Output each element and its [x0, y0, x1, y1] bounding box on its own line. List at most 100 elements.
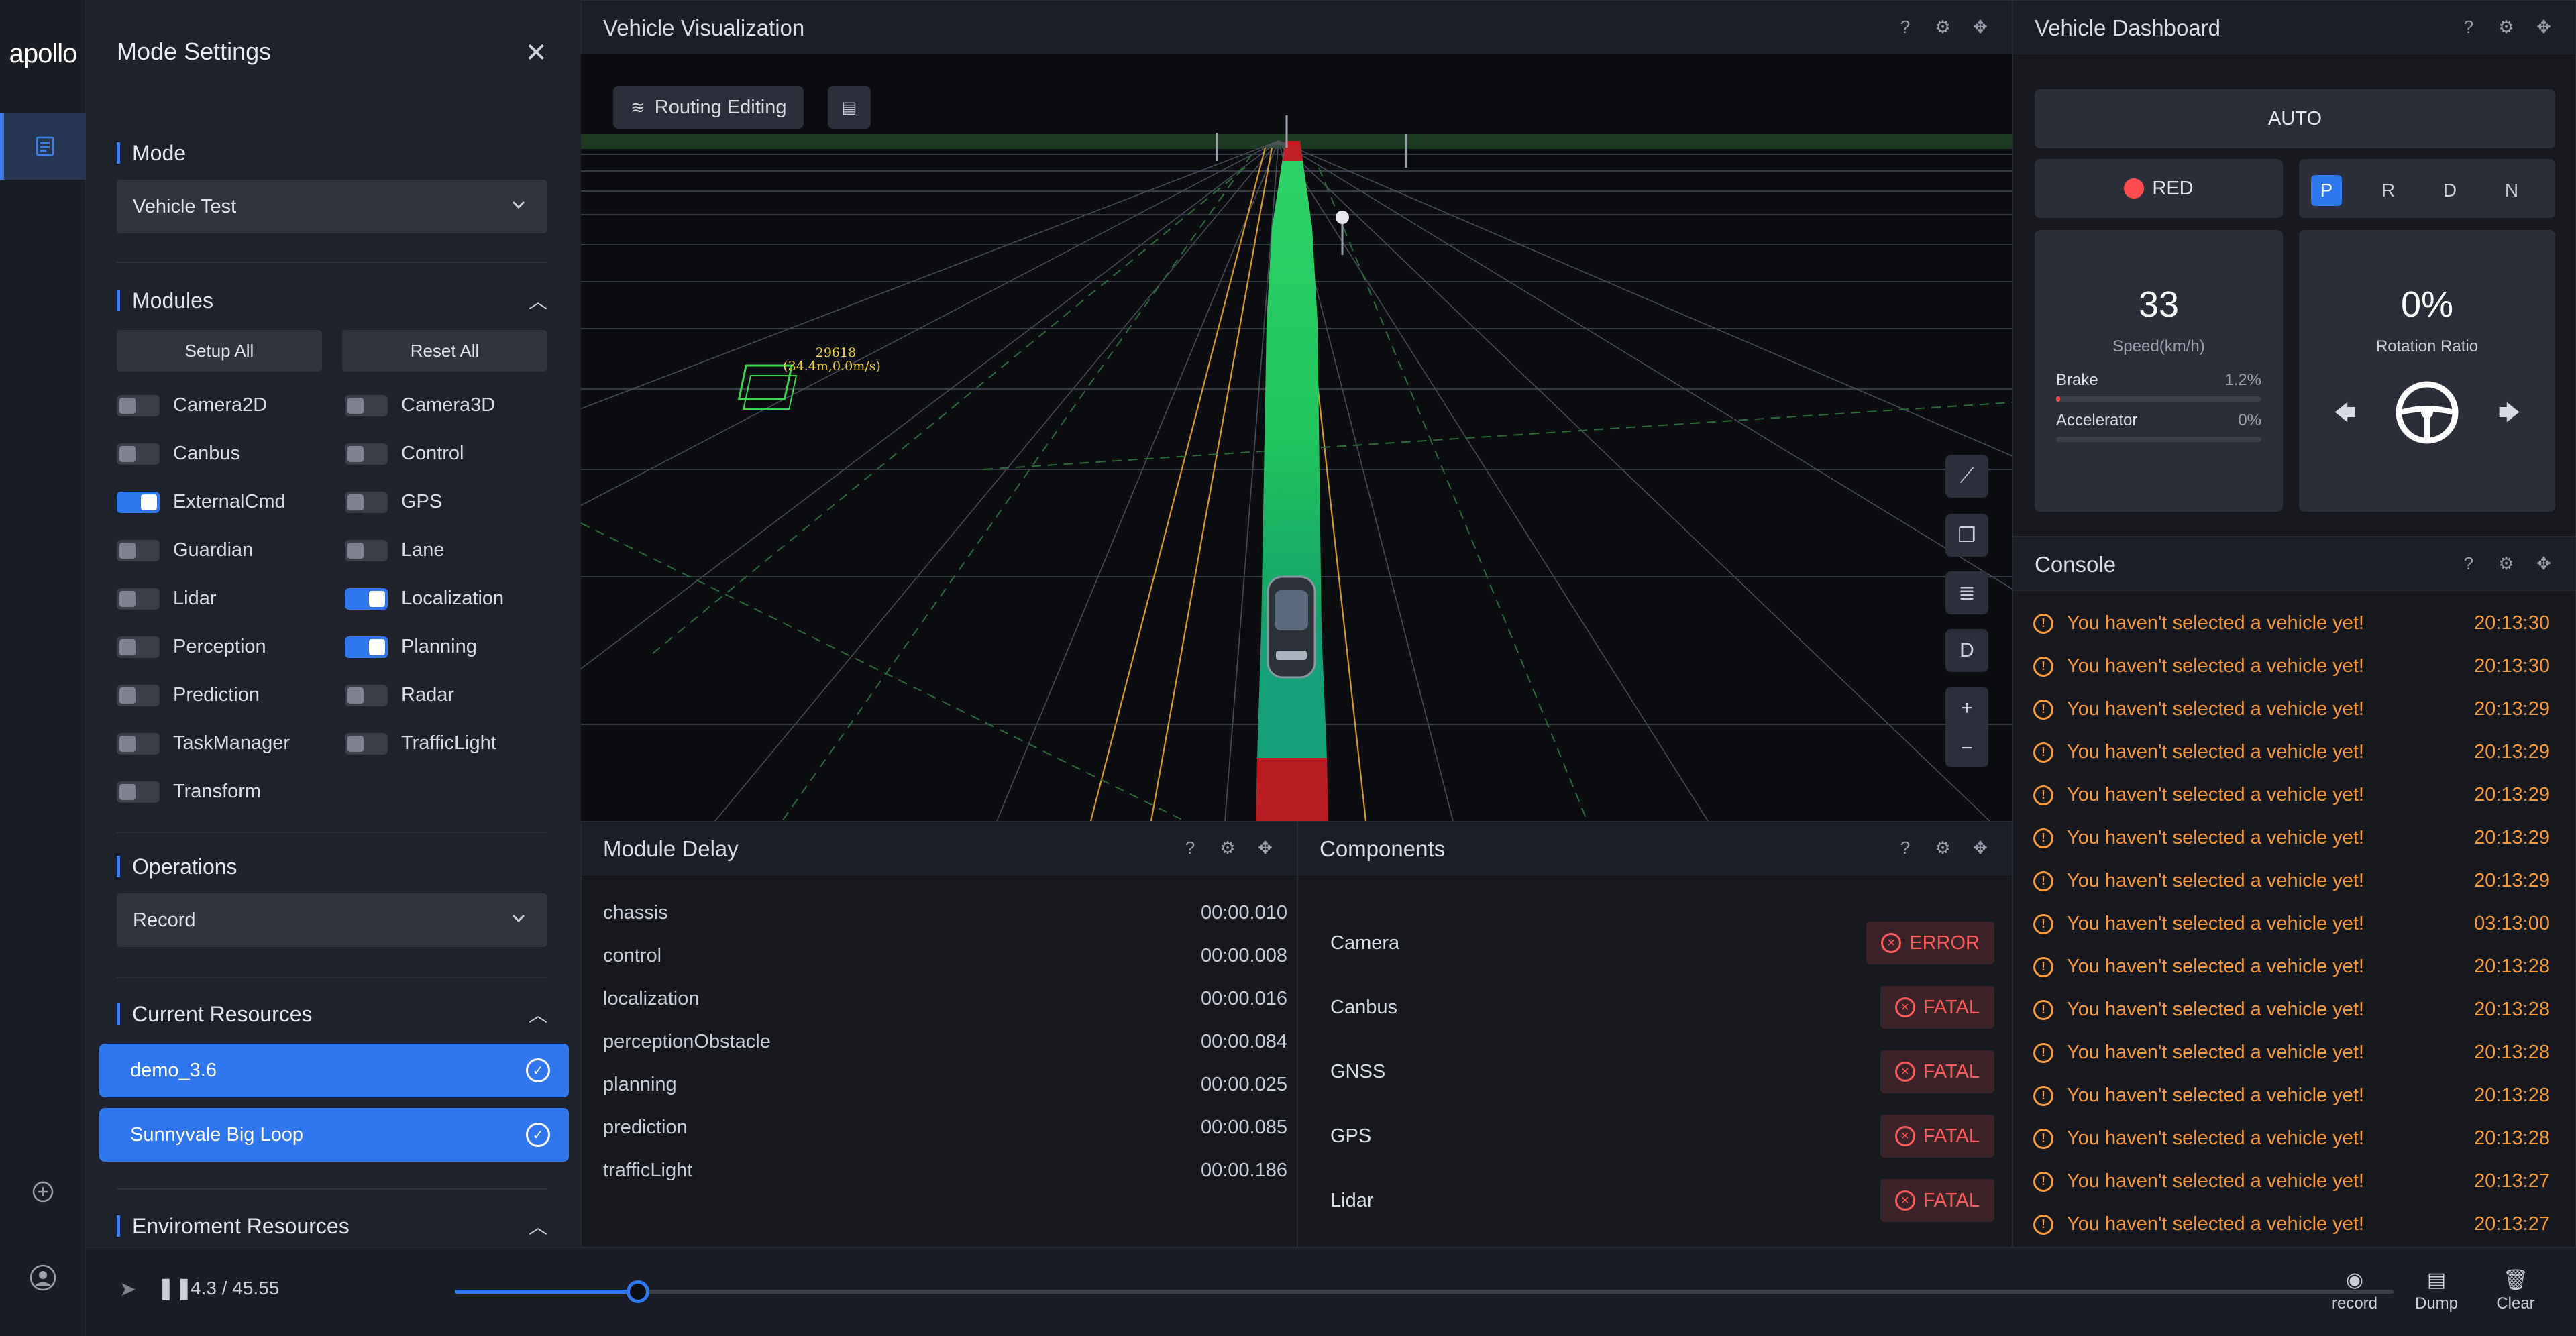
components-panel: Components ? ⚙ ✥ Camera ✕ ERROR Canbus ✕ FATA… [1297, 821, 2012, 1247]
help-icon[interactable]: ? [2457, 15, 2480, 38]
module-toggle-trafficlight[interactable]: TrafficLight [345, 732, 496, 755]
panel-title: Components [1320, 836, 1446, 861]
toggle-switch[interactable] [345, 588, 388, 610]
toggle-switch[interactable] [117, 732, 160, 755]
toggle-switch[interactable] [117, 588, 160, 610]
module-toggle-prediction[interactable]: Prediction [117, 684, 260, 706]
console-row: ! You haven't selected a vehicle yet! 20:1… [2033, 870, 2550, 892]
module-toggle-camera2d[interactable]: Camera2D [117, 394, 267, 416]
toggle-switch[interactable] [117, 539, 160, 561]
zoom-in-button[interactable]: + [1945, 687, 1988, 730]
toggle-switch[interactable] [345, 491, 388, 513]
zoom-out-button[interactable]: − [1945, 730, 1988, 767]
chevron-up-icon[interactable]: ︿ [529, 1001, 547, 1027]
module-toggle-localization[interactable]: Localization [345, 588, 504, 610]
panel-tools: ? ⚙ ✥ [1179, 836, 1277, 859]
timestamp: 20:13:29 [2474, 870, 2550, 891]
toggle-switch[interactable] [345, 394, 388, 416]
module-toggle-camera3d[interactable]: Camera3D [345, 394, 495, 416]
reset-all-button[interactable]: Reset All [342, 330, 547, 372]
clear-button[interactable]: 🗑 Clear [2475, 1268, 2556, 1313]
copy-view-button[interactable]: ❐ [1945, 514, 1988, 557]
toggle-switch[interactable] [117, 684, 160, 706]
module-toggle-taskmanager[interactable]: TaskManager [117, 732, 290, 755]
gear-p[interactable]: P [2311, 175, 2342, 206]
steering-wheel-icon [2396, 381, 2459, 444]
operations-select[interactable]: Record [117, 893, 547, 947]
chevron-up-icon[interactable]: ︿ [529, 1213, 547, 1239]
module-toggle-gps[interactable]: GPS [345, 491, 442, 513]
toggle-switch[interactable] [345, 636, 388, 658]
timestamp: 20:13:29 [2474, 698, 2550, 720]
module-toggle-canbus[interactable]: Canbus [117, 443, 240, 465]
view-mode-button[interactable]: D [1945, 629, 1988, 672]
module-toggle-externalcmd[interactable]: ExternalCmd [117, 491, 286, 513]
move-icon[interactable]: ✥ [2532, 15, 2555, 38]
send-icon[interactable]: ➤ [119, 1278, 136, 1301]
gear-n[interactable]: N [2496, 175, 2527, 206]
mode-select[interactable]: Vehicle Test [117, 180, 547, 233]
dump-button[interactable]: ▤ Dump [2396, 1268, 2477, 1313]
gear-d[interactable]: D [2434, 175, 2465, 206]
record-label: record [2331, 1294, 2378, 1313]
record-button[interactable]: ◉ record [2314, 1268, 2395, 1313]
nav-mode-settings[interactable] [0, 113, 86, 180]
component-row: GNSS ✕ FATAL [1330, 1048, 1994, 1095]
layers-button[interactable]: ≣ [1945, 571, 1988, 614]
console-row: ! You haven't selected a vehicle yet! 20:1… [2033, 612, 2550, 634]
gear-icon[interactable]: ⚙ [2495, 552, 2518, 575]
setup-all-button[interactable]: Setup All [117, 330, 322, 372]
delay-row: control 00:00.008 [603, 945, 1287, 967]
move-icon[interactable]: ✥ [1969, 836, 1992, 859]
module-toggle-control[interactable]: Control [345, 443, 464, 465]
help-icon[interactable]: ? [1894, 836, 1917, 859]
toggle-switch[interactable] [345, 684, 388, 706]
gear-icon[interactable]: ⚙ [2495, 15, 2518, 38]
toggle-switch[interactable] [117, 636, 160, 658]
layers-icon: ≣ [1958, 581, 1976, 604]
user-avatar-icon[interactable] [0, 1264, 86, 1292]
resource-item[interactable]: Sunnyvale Big Loop ✓ [99, 1108, 569, 1162]
help-icon[interactable]: ? [2457, 552, 2480, 575]
module-toggle-transform[interactable]: Transform [117, 781, 261, 803]
close-icon[interactable]: ✕ [525, 38, 547, 68]
operations-section-title: Operations [117, 856, 237, 877]
module-toggle-guardian[interactable]: Guardian [117, 539, 253, 561]
module-toggle-radar[interactable]: Radar [345, 684, 454, 706]
message-text: You haven't selected a vehicle yet! [2067, 741, 2364, 763]
resource-item[interactable]: demo_3.6 ✓ [99, 1044, 569, 1097]
toggle-switch[interactable] [117, 781, 160, 803]
module-toggle-lidar[interactable]: Lidar [117, 588, 217, 610]
toggle-switch[interactable] [117, 394, 160, 416]
toggle-switch[interactable] [117, 491, 160, 513]
status-text: ERROR [1909, 932, 1980, 954]
playback-slider[interactable] [455, 1280, 2394, 1303]
gear-icon[interactable]: ⚙ [1216, 836, 1239, 859]
module-toggle-planning[interactable]: Planning [345, 636, 477, 658]
chevron-up-icon[interactable]: ︿ [529, 287, 547, 314]
module-toggle-perception[interactable]: Perception [117, 636, 266, 658]
routing-editing-button[interactable]: ≋ Routing Editing [613, 86, 804, 129]
playback-handle[interactable] [626, 1280, 649, 1303]
module-toggle-lane[interactable]: Lane [345, 539, 445, 561]
gear-icon[interactable]: ⚙ [1931, 836, 1954, 859]
ruler-button[interactable]: ⟋ [1945, 455, 1988, 498]
3d-scene[interactable]: 29618 (34.4m,0.0m/s) ≋ Routing Editing ▤… [581, 54, 2012, 821]
help-icon[interactable]: ? [1179, 836, 1201, 859]
module-label: TaskManager [173, 732, 290, 754]
move-icon[interactable]: ✥ [1254, 836, 1277, 859]
view-mode-label: D [1960, 639, 1974, 661]
route-settings-button[interactable]: ▤ [828, 86, 871, 129]
message-text: You haven't selected a vehicle yet! [2067, 1127, 2364, 1149]
toggle-switch[interactable] [345, 539, 388, 561]
toggle-switch[interactable] [117, 443, 160, 465]
gear-r[interactable]: R [2373, 175, 2404, 206]
pause-icon[interactable]: ❚❚ [157, 1275, 193, 1300]
add-icon[interactable] [0, 1180, 86, 1203]
toggle-switch[interactable] [345, 443, 388, 465]
toggle-switch[interactable] [345, 732, 388, 755]
help-icon[interactable]: ? [1894, 15, 1917, 38]
move-icon[interactable]: ✥ [1969, 15, 1992, 38]
move-icon[interactable]: ✥ [2532, 552, 2555, 575]
gear-icon[interactable]: ⚙ [1931, 15, 1954, 38]
